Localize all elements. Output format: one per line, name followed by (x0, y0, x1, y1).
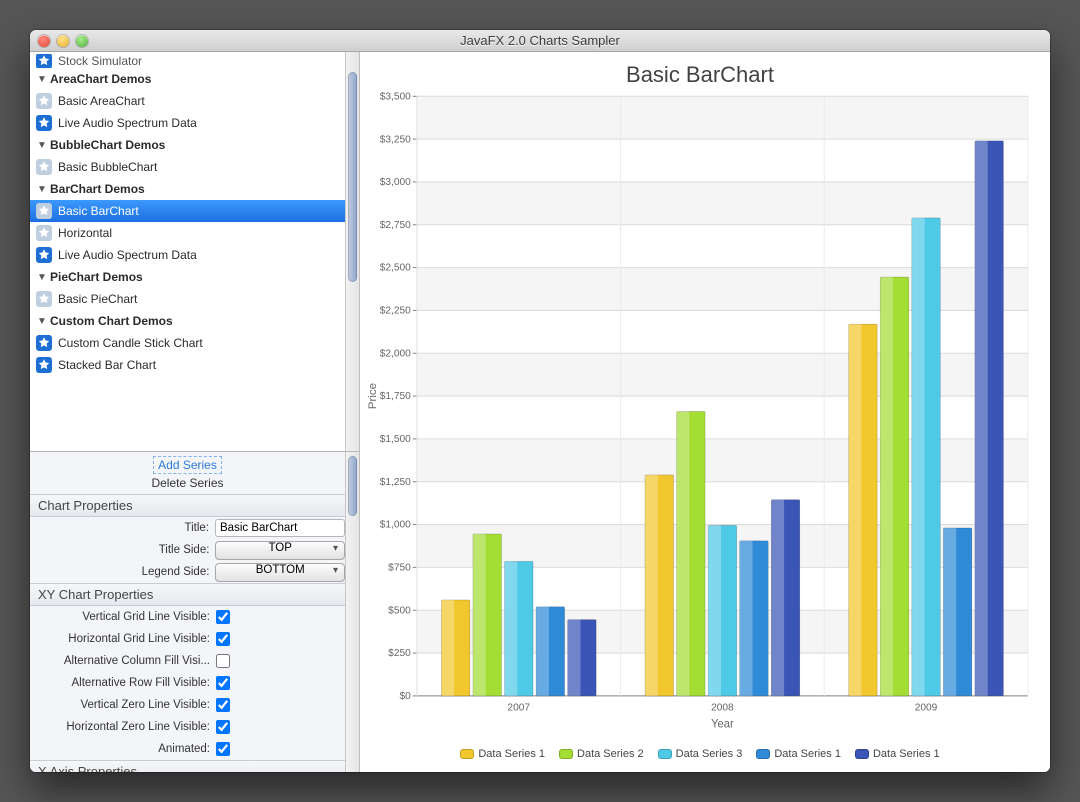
legend-side-label: Legend Side: (30, 566, 215, 578)
tree-group[interactable]: ▼Custom Chart Demos (30, 310, 345, 332)
hgrid-checkbox[interactable] (216, 632, 230, 646)
section-chart-properties: Chart Properties (30, 494, 345, 517)
vzero-checkbox[interactable] (216, 698, 230, 712)
legend-item: Data Series 1 (855, 748, 940, 760)
tree-scrollbar[interactable] (345, 52, 359, 451)
tree-item[interactable]: Basic BarChart (30, 200, 345, 222)
svg-text:$1,250: $1,250 (380, 477, 411, 488)
disclosure-triangle-icon[interactable]: ▼ (36, 272, 48, 283)
altrow-checkbox[interactable] (216, 676, 230, 690)
svg-text:$1,000: $1,000 (380, 520, 411, 531)
section-xaxis-properties: X Axis Properties (30, 760, 345, 772)
scrollbar-thumb[interactable] (348, 72, 357, 282)
svg-text:$2,750: $2,750 (380, 220, 411, 231)
zoom-icon[interactable] (76, 35, 88, 47)
properties-panel: Add Series Delete Series Chart Propertie… (30, 452, 345, 772)
tree-group[interactable]: ▼PieChart Demos (30, 266, 345, 288)
svg-text:$250: $250 (388, 648, 411, 659)
tree-item[interactable]: Stock Simulator (30, 54, 345, 68)
hzero-checkbox[interactable] (216, 720, 230, 734)
minimize-icon[interactable] (57, 35, 69, 47)
tree-item[interactable]: Live Audio Spectrum Data (30, 244, 345, 266)
svg-text:$3,500: $3,500 (380, 91, 411, 102)
legend-item: Data Series 1 (460, 748, 545, 760)
svg-text:$2,000: $2,000 (380, 348, 411, 359)
title-side-select[interactable]: TOP (215, 541, 345, 560)
altcol-checkbox[interactable] (216, 654, 230, 668)
legend-side-select[interactable]: BOTTOM (215, 563, 345, 582)
svg-text:Year: Year (711, 718, 734, 730)
legend-item: Data Series 3 (658, 748, 743, 760)
props-scrollbar[interactable] (345, 452, 359, 772)
title-input[interactable] (215, 519, 345, 537)
disclosure-triangle-icon[interactable]: ▼ (36, 74, 48, 85)
tree-item[interactable]: Live Audio Spectrum Data (30, 112, 345, 134)
window-title: JavaFX 2.0 Charts Sampler (30, 33, 1050, 48)
delete-series-link[interactable]: Delete Series (30, 476, 345, 490)
svg-text:$2,500: $2,500 (380, 263, 411, 274)
titlebar[interactable]: JavaFX 2.0 Charts Sampler (30, 30, 1050, 52)
tree-group[interactable]: ▼AreaChart Demos (30, 68, 345, 90)
svg-text:$1,500: $1,500 (380, 434, 411, 445)
svg-text:2009: 2009 (915, 702, 938, 713)
chart-tree[interactable]: Stock Simulator▼AreaChart DemosBasic Are… (30, 52, 345, 451)
legend-item: Data Series 2 (559, 748, 644, 760)
title-side-label: Title Side: (30, 544, 215, 556)
svg-text:$750: $750 (388, 562, 411, 573)
svg-text:2007: 2007 (507, 702, 530, 713)
tree-item[interactable]: Horizontal (30, 222, 345, 244)
disclosure-triangle-icon[interactable]: ▼ (36, 184, 48, 195)
legend-item: Data Series 1 (756, 748, 841, 760)
svg-text:$3,000: $3,000 (380, 177, 411, 188)
chart-legend: Data Series 1 Data Series 2 Data Series 3 D… (364, 742, 1036, 762)
vgrid-checkbox[interactable] (216, 610, 230, 624)
close-icon[interactable] (38, 35, 50, 47)
svg-text:$2,250: $2,250 (380, 305, 411, 316)
tree-group[interactable]: ▼BubbleChart Demos (30, 134, 345, 156)
app-window: JavaFX 2.0 Charts Sampler Stock Simulato… (30, 30, 1050, 772)
svg-text:$1,750: $1,750 (380, 391, 411, 402)
bar-chart: $0 $250 $500 $750 $1,000 $1,250 $1,500 $1,750 $2… (364, 90, 1036, 742)
tree-item[interactable]: Basic PieChart (30, 288, 345, 310)
tree-item[interactable]: Custom Candle Stick Chart (30, 332, 345, 354)
chart-title: Basic BarChart (364, 58, 1036, 90)
section-xy-properties: XY Chart Properties (30, 583, 345, 606)
tree-item[interactable]: Basic BubbleChart (30, 156, 345, 178)
tree-group[interactable]: ▼BarChart Demos (30, 178, 345, 200)
title-label: Title: (30, 522, 215, 534)
svg-text:$500: $500 (388, 605, 411, 616)
disclosure-triangle-icon[interactable]: ▼ (36, 140, 48, 151)
svg-text:$0: $0 (400, 691, 412, 702)
svg-text:Price: Price (367, 383, 379, 409)
tree-item[interactable]: Stacked Bar Chart (30, 354, 345, 376)
svg-text:$3,250: $3,250 (380, 134, 411, 145)
tree-item[interactable]: Basic AreaChart (30, 90, 345, 112)
scrollbar-thumb[interactable] (348, 456, 357, 516)
disclosure-triangle-icon[interactable]: ▼ (36, 316, 48, 327)
add-series-link[interactable]: Add Series (153, 456, 222, 474)
svg-text:2008: 2008 (711, 702, 734, 713)
animated-checkbox[interactable] (216, 742, 230, 756)
